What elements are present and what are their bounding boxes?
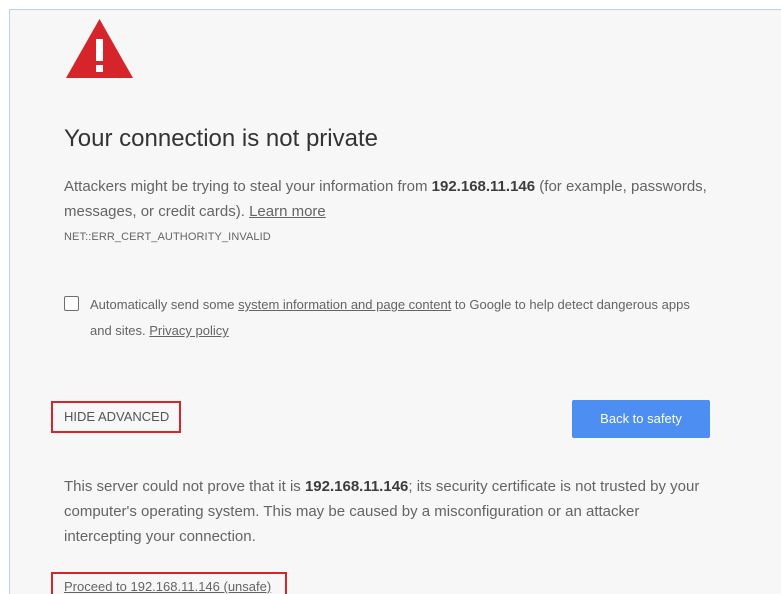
details-host: 192.168.11.146 [304,478,409,495]
warning-triangle-icon [66,19,133,78]
privacy-policy-link[interactable]: Privacy policy [149,323,228,338]
intro-paragraph: Attackers might be trying to steal your … [64,174,714,224]
error-code: NET::ERR_CERT_AUTHORITY_INVALID [64,231,271,243]
system-info-link[interactable]: system information and page content [238,297,451,312]
proceed-unsafe-link[interactable]: Proceed to 192.168.11.146 (unsafe) [64,579,271,594]
browser-content-frame: Your connection is not private Attackers… [9,9,781,594]
report-text-start: Automatically send some [90,297,239,312]
interstitial-page: Your connection is not private Attackers… [10,10,781,594]
details-paragraph: This server could not prove that it is 1… [64,474,714,549]
learn-more-link[interactable]: Learn more [249,203,326,220]
details-text-start: This server could not prove that it is [64,478,305,495]
hide-advanced-button[interactable]: HIDE ADVANCED [51,401,181,433]
report-checkbox[interactable] [64,296,79,311]
page-title: Your connection is not private [64,125,378,152]
intro-text-start: Attackers might be trying to steal your … [64,178,432,195]
report-option-label: Automatically send some system informati… [90,292,690,344]
proceed-link-box: Proceed to 192.168.11.146 (unsafe) [51,572,287,594]
back-to-safety-button[interactable]: Back to safety [572,400,710,438]
intro-host: 192.168.11.146 [431,178,536,195]
